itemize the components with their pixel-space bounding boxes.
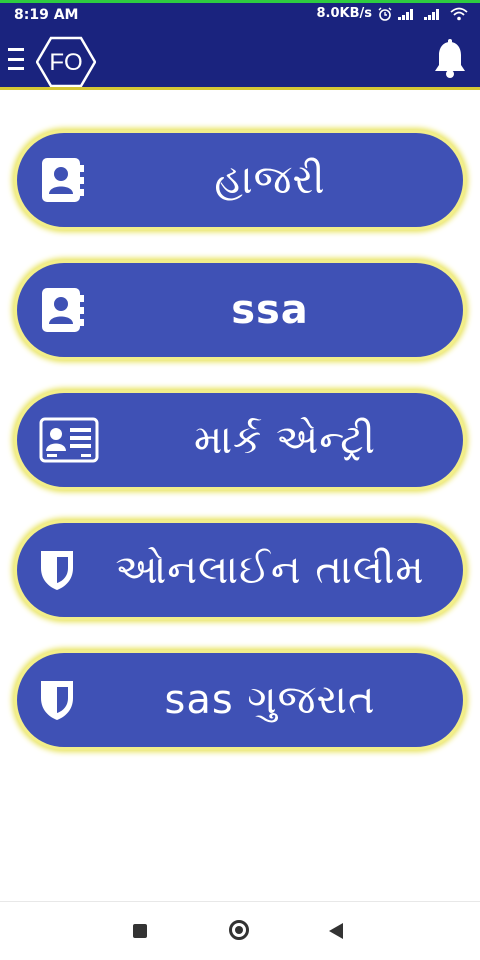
menu-button-sas-gujarat[interactable]: sas ગુજરાત [14, 650, 466, 750]
menu-button-label: ઓનલાઈન તાલીમ [115, 547, 425, 593]
menu-button-label: sas ગુજરાત [164, 677, 376, 723]
status-bar: 8:19 AM 8.0KB/s [0, 0, 480, 28]
home-icon[interactable] [229, 920, 249, 940]
system-nav-bar [0, 901, 480, 960]
wifi-icon [450, 7, 468, 20]
signal-icon [398, 8, 413, 20]
menu-button-label: ssa [231, 287, 309, 333]
alarm-icon [378, 7, 392, 21]
status-accent-line [0, 0, 480, 3]
shield-icon [41, 551, 73, 590]
menu-button-online-training[interactable]: ઓનલાઈન તાલીમ [14, 520, 466, 620]
status-icons: 8.0KB/s [317, 6, 469, 21]
bell-icon[interactable] [432, 39, 468, 79]
menu-button-mark-entry[interactable]: માર્ક એન્ટ્રી [14, 390, 466, 490]
hamburger-icon[interactable] [8, 48, 28, 70]
menu-button-ssa[interactable]: ssa [14, 260, 466, 360]
app-bar-accent-line [0, 87, 480, 90]
id-card-icon [39, 417, 99, 463]
network-speed: 8.0KB/s [316, 6, 373, 21]
signal-icon [424, 8, 439, 20]
main-menu: હાજરી ssa માર્ક એન્ટ્રી ઓનલાઈન તાલીમ sas… [14, 130, 466, 780]
contact-book-icon [42, 288, 84, 332]
app-bar: FO [0, 28, 480, 90]
menu-button-label: હાજરી [214, 157, 326, 203]
shield-icon [41, 681, 73, 720]
status-time: 8:19 AM [14, 7, 79, 23]
contact-book-icon [42, 158, 84, 202]
menu-button-label: માર્ક એન્ટ્રી [194, 417, 376, 463]
recent-apps-icon[interactable] [133, 924, 147, 938]
back-icon[interactable] [329, 923, 343, 939]
menu-button-attendance[interactable]: હાજરી [14, 130, 466, 230]
app-logo[interactable]: FO [36, 36, 96, 88]
logo-text: FO [49, 49, 82, 76]
